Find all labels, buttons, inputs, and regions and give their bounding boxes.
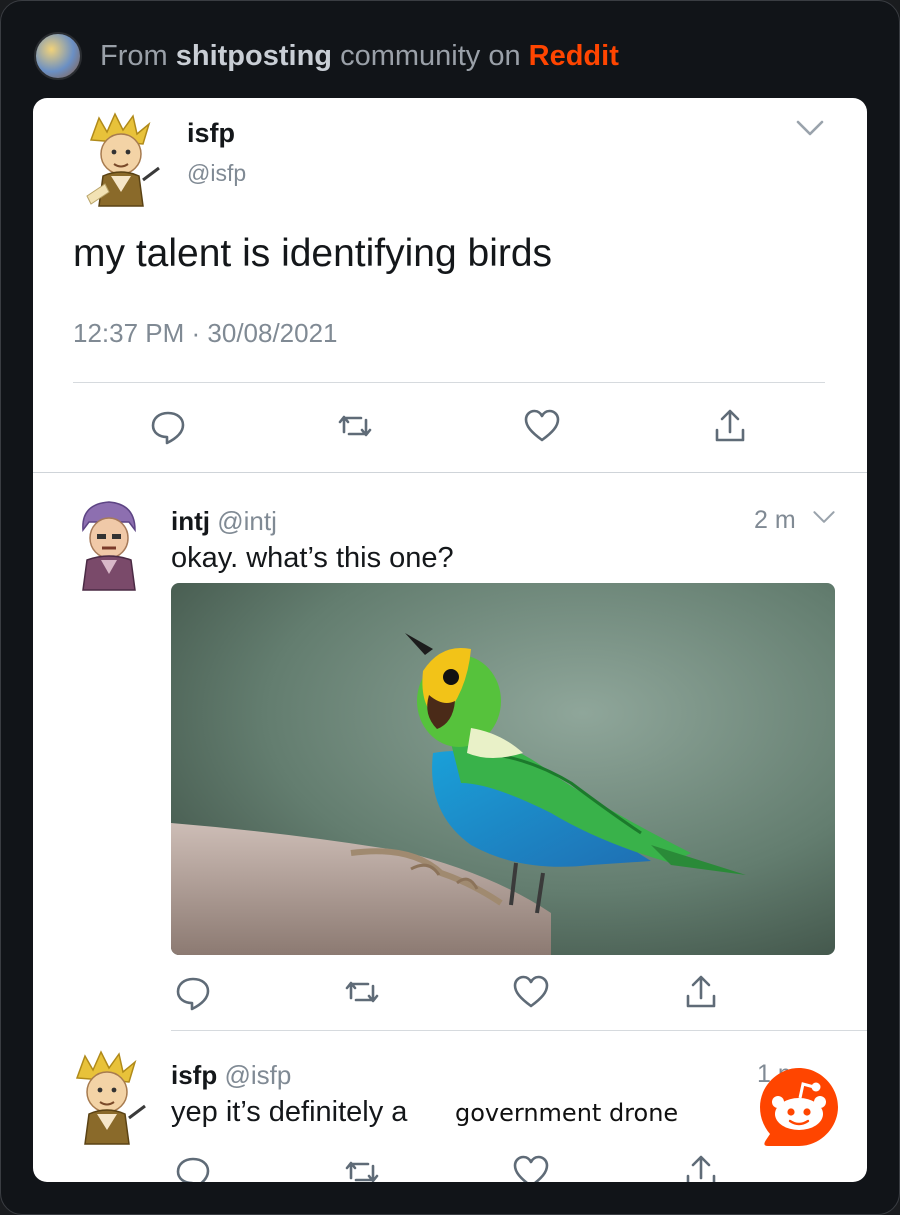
reply-icon[interactable]	[173, 972, 213, 1012]
avatar-isfp[interactable]	[67, 1050, 147, 1146]
like-icon[interactable]	[522, 406, 562, 446]
overlay-caption: government drone	[453, 1099, 681, 1127]
author-handle[interactable]: @isfp	[187, 160, 246, 187]
chevron-down-icon[interactable]	[812, 508, 836, 526]
tweet-timestamp: 12:37 PM · 30/08/2021	[73, 318, 338, 348]
reply-text: okay. what’s this one?	[171, 542, 454, 574]
source-prefix: From	[100, 39, 168, 72]
reply-handle[interactable]: @isfp	[224, 1060, 291, 1090]
community-avatar[interactable]	[34, 32, 82, 80]
reddit-logo-icon	[760, 1068, 838, 1146]
reply-time: 2 m	[754, 506, 796, 534]
main-tweet: isfp @isfp my talent is identifying bird…	[33, 98, 867, 472]
retweet-icon[interactable]	[342, 972, 382, 1012]
reply-handle[interactable]: @intj	[217, 506, 277, 536]
reply-text: yep it’s definitely a	[171, 1096, 408, 1128]
retweet-icon[interactable]	[335, 406, 375, 446]
source-bar: From shitposting community on Reddit	[34, 32, 619, 80]
reply-name[interactable]: intj	[171, 506, 210, 536]
action-row	[33, 406, 867, 450]
platform-link[interactable]: Reddit	[529, 40, 619, 72]
reply-icon[interactable]	[173, 1152, 213, 1182]
author-name[interactable]: isfp	[187, 118, 235, 149]
action-row	[33, 1152, 867, 1182]
share-icon[interactable]	[681, 1152, 721, 1182]
tweet-text: my talent is identifying birds	[73, 232, 553, 275]
bird-photo[interactable]	[171, 583, 835, 955]
avatar-isfp[interactable]	[81, 112, 161, 208]
source-line: From shitposting community on Reddit	[100, 40, 619, 73]
reply-icon[interactable]	[148, 406, 188, 446]
reply-author-name: isfp @isfp	[171, 1060, 291, 1091]
chevron-down-icon[interactable]	[795, 118, 825, 138]
community-link[interactable]: shitposting	[176, 40, 332, 72]
source-middle: community on	[340, 39, 521, 72]
divider	[171, 1030, 867, 1031]
share-icon[interactable]	[710, 406, 750, 446]
reply-author-name: intj @intj	[171, 506, 277, 537]
reply-name[interactable]: isfp	[171, 1060, 217, 1090]
share-icon[interactable]	[681, 972, 721, 1012]
avatar-intj[interactable]	[69, 496, 149, 592]
divider	[33, 472, 867, 473]
action-row	[33, 972, 867, 1016]
like-icon[interactable]	[511, 1152, 551, 1182]
like-icon[interactable]	[511, 972, 551, 1012]
divider	[73, 382, 825, 383]
retweet-icon[interactable]	[342, 1152, 382, 1182]
tweet-screenshot-card: isfp @isfp my talent is identifying bird…	[33, 98, 867, 1182]
